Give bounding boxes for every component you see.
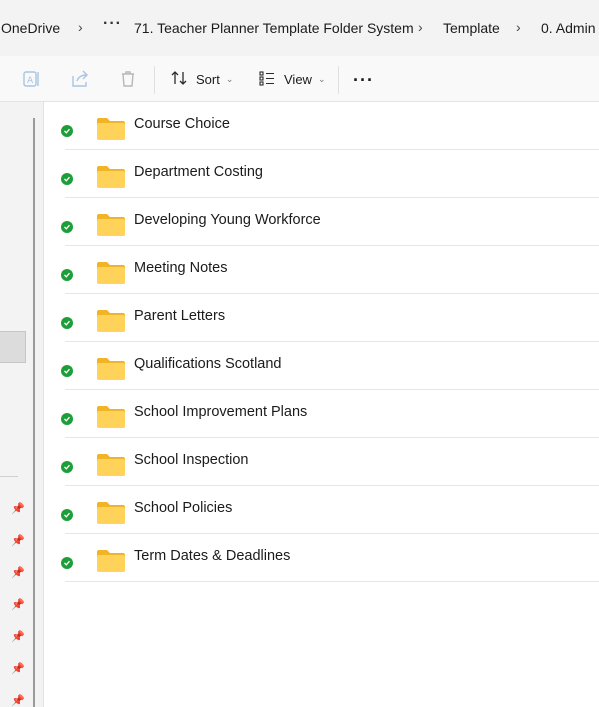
- row-divider: [65, 581, 599, 582]
- pin-icon[interactable]: 📌: [11, 502, 25, 515]
- list-item[interactable]: Course Choice: [44, 102, 599, 150]
- sync-status-icon: [61, 125, 73, 137]
- breadcrumb-overflow-button[interactable]: ···: [103, 15, 122, 33]
- view-button[interactable]: View ⌄: [258, 68, 326, 90]
- delete-icon[interactable]: [117, 68, 139, 90]
- folder-name: School Inspection: [134, 452, 249, 468]
- view-label: View: [284, 71, 312, 87]
- sync-status-icon: [61, 365, 73, 377]
- toolbar-separator: [338, 66, 339, 94]
- folder-name: Developing Young Workforce: [134, 212, 321, 228]
- sort-button[interactable]: Sort ⌄: [170, 68, 233, 90]
- folder-name: Term Dates & Deadlines: [134, 548, 291, 564]
- navigation-scrollbar[interactable]: [33, 118, 35, 707]
- share-icon[interactable]: [69, 68, 91, 90]
- folder-icon: [96, 309, 126, 333]
- chevron-right-icon: ›: [78, 19, 83, 35]
- sync-status-icon: [61, 317, 73, 329]
- folder-icon: [96, 501, 126, 525]
- sync-status-icon: [61, 221, 73, 233]
- folder-icon: [96, 453, 126, 477]
- chevron-down-icon: ⌄: [225, 73, 234, 84]
- sync-status-icon: [61, 269, 73, 281]
- breadcrumb-item-onedrive[interactable]: OneDrive: [1, 20, 60, 36]
- breadcrumb: OneDrive › ··· 71. Teacher Planner Templ…: [0, 0, 599, 60]
- list-item[interactable]: School Inspection: [44, 438, 599, 486]
- sync-status-icon: [61, 461, 73, 473]
- folder-icon: [96, 261, 126, 285]
- list-item[interactable]: Department Costing: [44, 150, 599, 198]
- folder-name: Meeting Notes: [134, 260, 228, 276]
- breadcrumb-item-teacher-planner[interactable]: 71. Teacher Planner Template Folder Syst…: [134, 20, 414, 36]
- pin-icon[interactable]: 📌: [11, 630, 25, 643]
- breadcrumb-item-admin[interactable]: 0. Admin: [541, 20, 595, 36]
- folder-icon: [96, 405, 126, 429]
- list-item[interactable]: Qualifications Scotland: [44, 342, 599, 390]
- sync-status-icon: [61, 509, 73, 521]
- breadcrumb-item-template[interactable]: Template: [443, 20, 500, 36]
- list-item[interactable]: School Improvement Plans: [44, 390, 599, 438]
- list-item[interactable]: Term Dates & Deadlines: [44, 534, 599, 582]
- folder-name: School Improvement Plans: [134, 404, 308, 420]
- folder-name: Parent Letters: [134, 308, 226, 324]
- sync-status-icon: [61, 557, 73, 569]
- chevron-right-icon: ›: [516, 19, 521, 35]
- folder-name: Department Costing: [134, 164, 263, 180]
- folder-icon: [96, 549, 126, 573]
- list-item[interactable]: Parent Letters: [44, 294, 599, 342]
- toolbar-separator: [154, 66, 155, 94]
- list-item[interactable]: School Policies: [44, 486, 599, 534]
- folder-icon: [96, 165, 126, 189]
- pin-icon[interactable]: 📌: [11, 598, 25, 611]
- navigation-selected-item[interactable]: [0, 331, 26, 363]
- command-bar: A Sort ⌄ View ⌄ ···: [0, 56, 599, 102]
- folder-name: Course Choice: [134, 116, 230, 132]
- more-options-button[interactable]: ···: [353, 70, 374, 91]
- pin-icon[interactable]: 📌: [11, 694, 25, 707]
- chevron-down-icon: ⌄: [317, 73, 326, 84]
- list-item[interactable]: Meeting Notes: [44, 246, 599, 294]
- sync-status-icon: [61, 173, 73, 185]
- sort-label: Sort: [196, 71, 220, 87]
- list-item[interactable]: Developing Young Workforce: [44, 198, 599, 246]
- chevron-right-icon: ›: [418, 19, 423, 35]
- pin-icon[interactable]: 📌: [11, 534, 25, 547]
- folder-name: School Policies: [134, 500, 233, 516]
- navigation-pane: [0, 102, 44, 707]
- folder-icon: [96, 357, 126, 381]
- pin-icon[interactable]: 📌: [11, 566, 25, 579]
- folder-icon: [96, 213, 126, 237]
- view-icon: [258, 69, 276, 90]
- rename-icon[interactable]: A: [21, 68, 43, 90]
- sync-status-icon: [61, 413, 73, 425]
- pin-icon[interactable]: 📌: [11, 662, 25, 675]
- navigation-divider: [0, 476, 18, 477]
- folder-name: Qualifications Scotland: [134, 356, 282, 372]
- sort-icon: [170, 69, 188, 90]
- svg-text:A: A: [27, 76, 34, 86]
- folder-icon: [96, 117, 126, 141]
